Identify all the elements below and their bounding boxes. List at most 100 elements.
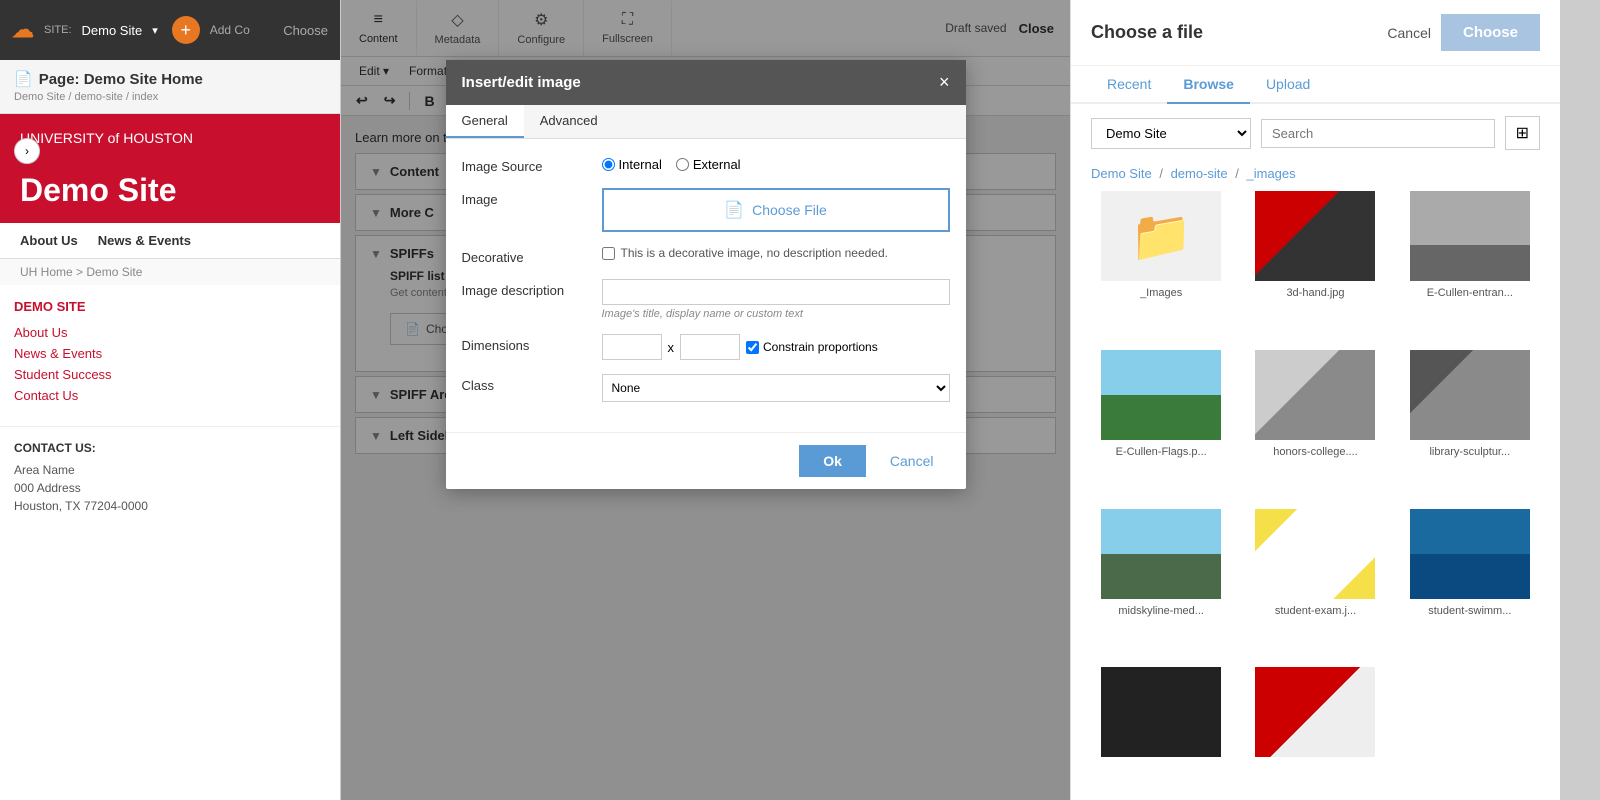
- fc-breadcrumb-images[interactable]: _images: [1247, 166, 1296, 181]
- dimensions-x: x: [668, 340, 675, 355]
- file-icon: 📄: [724, 200, 744, 220]
- decorative-checkbox-label[interactable]: This is a decorative image, no descripti…: [602, 246, 950, 260]
- choose-file-button[interactable]: 📄 Choose File: [602, 188, 950, 232]
- dialog-close-button[interactable]: ×: [939, 72, 950, 93]
- fc-item-folder[interactable]: 📁 _Images: [1091, 191, 1231, 336]
- cms-top-bar: ☁ SITE: Demo Site ▾ + Add Co Choose: [0, 0, 340, 60]
- fc-thumb-midskyline: [1101, 509, 1221, 599]
- choose-file-label: Choose File: [752, 202, 827, 218]
- fc-folder-name: _Images: [1140, 287, 1182, 299]
- fc-cancel-button[interactable]: Cancel: [1387, 25, 1431, 41]
- fc-item-eculle[interactable]: E-Cullen-entran...: [1400, 191, 1540, 336]
- cms-breadcrumb: Demo Site / demo-site / index: [14, 91, 326, 103]
- file-chooser-header: Choose a file Cancel Choose: [1071, 0, 1560, 66]
- fc-item-swim[interactable]: student-swimm...: [1400, 509, 1540, 654]
- fc-name-flags: E-Cullen-Flags.p...: [1116, 446, 1207, 458]
- editor-panel: ≡ Content ◇ Metadata ⚙ Configure ⛶ Fulls…: [340, 0, 1070, 800]
- constrain-checkbox[interactable]: [746, 341, 759, 354]
- dialog-title: Insert/edit image: [462, 74, 581, 91]
- constrain-label[interactable]: Constrain proportions: [746, 340, 878, 354]
- class-select[interactable]: None: [602, 374, 950, 402]
- site-nav-news[interactable]: News & Events: [98, 233, 191, 248]
- cms-expand-button[interactable]: ›: [14, 138, 40, 164]
- fc-tab-recent[interactable]: Recent: [1091, 66, 1167, 104]
- fc-item-exam[interactable]: student-exam.j...: [1245, 509, 1385, 654]
- sidebar-item-about[interactable]: About Us: [14, 322, 326, 343]
- radio-internal[interactable]: Internal: [602, 157, 662, 172]
- fc-breadcrumb-demo-site[interactable]: demo-site: [1171, 166, 1228, 181]
- fc-site-select[interactable]: Demo Site: [1091, 118, 1251, 149]
- fc-item-flags[interactable]: E-Cullen-Flags.p...: [1091, 350, 1231, 495]
- height-input[interactable]: [680, 334, 740, 360]
- site-header: UNIVERSITY of HOUSTON: [0, 114, 340, 162]
- fc-name-swim: student-swimm...: [1428, 605, 1511, 617]
- radio-internal-input[interactable]: [602, 158, 615, 171]
- fc-thumb-swim: [1410, 509, 1530, 599]
- class-label: Class: [462, 374, 602, 393]
- fc-grid: 📁 _Images 3d-hand.jpg E-Cullen-entran...…: [1071, 191, 1560, 800]
- fc-item-library[interactable]: library-sculptur...: [1400, 350, 1540, 495]
- fc-breadcrumb-sep1: /: [1159, 166, 1166, 181]
- cms-site-name[interactable]: Demo Site: [82, 23, 143, 38]
- fc-choose-button[interactable]: Choose: [1441, 14, 1540, 51]
- width-input[interactable]: [602, 334, 662, 360]
- fc-tabs: Recent Browse Upload: [1071, 66, 1560, 104]
- fc-folder-thumb: 📁: [1101, 191, 1221, 281]
- fc-thumb-3dhand: [1255, 191, 1375, 281]
- site-preview: UNIVERSITY of HOUSTON Demo Site About Us…: [0, 114, 340, 529]
- cms-site-label: SITE:: [44, 24, 72, 36]
- sidebar-item-student[interactable]: Student Success: [14, 364, 326, 385]
- fc-breadcrumb: Demo Site / demo-site / _images: [1071, 162, 1560, 191]
- fc-thumb-honors: [1255, 350, 1375, 440]
- fc-breadcrumb-site[interactable]: Demo Site: [1091, 166, 1152, 181]
- image-desc-row: Image description Image's title, display…: [462, 279, 950, 320]
- fc-item-honors[interactable]: honors-college....: [1245, 350, 1385, 495]
- class-control: None: [602, 374, 950, 402]
- fc-name-honors: honors-college....: [1273, 446, 1357, 458]
- image-field-control: 📄 Choose File: [602, 188, 950, 232]
- insert-image-dialog: Insert/edit image × General Advanced Ima…: [446, 60, 966, 489]
- sidebar-item-news[interactable]: News & Events: [14, 343, 326, 364]
- fc-tab-upload[interactable]: Upload: [1250, 66, 1326, 104]
- image-desc-label: Image description: [462, 279, 602, 298]
- dialog-tab-general[interactable]: General: [446, 105, 524, 138]
- dialog-body: Image Source Internal External: [446, 139, 966, 432]
- fc-name-library: library-sculptur...: [1429, 446, 1510, 458]
- dimensions-control: x Constrain proportions: [602, 334, 950, 360]
- dialog-cancel-button[interactable]: Cancel: [874, 445, 950, 477]
- fc-tab-browse[interactable]: Browse: [1167, 66, 1250, 104]
- sidebar-site-label: DEMO SITE: [14, 299, 326, 314]
- fc-item-dark1[interactable]: [1091, 667, 1231, 800]
- fc-item-midskyline[interactable]: midskyline-med...: [1091, 509, 1231, 654]
- fc-grid-view-button[interactable]: ⊞: [1505, 116, 1540, 150]
- fc-thumb-eculle: [1410, 191, 1530, 281]
- cms-logo-icon: ☁: [12, 17, 34, 43]
- folder-icon: 📁: [1130, 207, 1192, 266]
- fc-breadcrumb-sep2: /: [1235, 166, 1242, 181]
- dialog-tab-advanced[interactable]: Advanced: [524, 105, 614, 138]
- sidebar-nav: DEMO SITE About Us News & Events Student…: [0, 285, 340, 420]
- radio-external-input[interactable]: [676, 158, 689, 171]
- radio-external-label: External: [693, 157, 741, 172]
- university-name: UNIVERSITY of HOUSTON: [20, 130, 320, 146]
- radio-external[interactable]: External: [676, 157, 741, 172]
- fc-item-helmet[interactable]: [1245, 667, 1385, 800]
- cms-add-label: Add Co: [210, 23, 250, 37]
- image-desc-input[interactable]: [602, 279, 950, 305]
- cms-page-title: 📄 Page: Demo Site Home: [14, 70, 326, 88]
- fc-thumb-flags: [1101, 350, 1221, 440]
- decorative-label: Decorative: [462, 246, 602, 265]
- site-page-title: Demo Site: [0, 162, 340, 223]
- cms-choose-label: Choose: [283, 23, 328, 38]
- fc-thumb-library: [1410, 350, 1530, 440]
- fc-name-eculle: E-Cullen-entran...: [1427, 287, 1513, 299]
- site-nav-about[interactable]: About Us: [20, 233, 78, 248]
- fc-item-3dhand[interactable]: 3d-hand.jpg: [1245, 191, 1385, 336]
- cms-add-button[interactable]: +: [172, 16, 200, 44]
- decorative-checkbox[interactable]: [602, 247, 615, 260]
- ok-button[interactable]: Ok: [799, 445, 866, 477]
- dialog-footer: Ok Cancel: [446, 432, 966, 489]
- fc-search-input[interactable]: [1261, 119, 1495, 148]
- cms-site-dropdown-icon[interactable]: ▾: [152, 24, 158, 37]
- sidebar-item-contact[interactable]: Contact Us: [14, 385, 326, 406]
